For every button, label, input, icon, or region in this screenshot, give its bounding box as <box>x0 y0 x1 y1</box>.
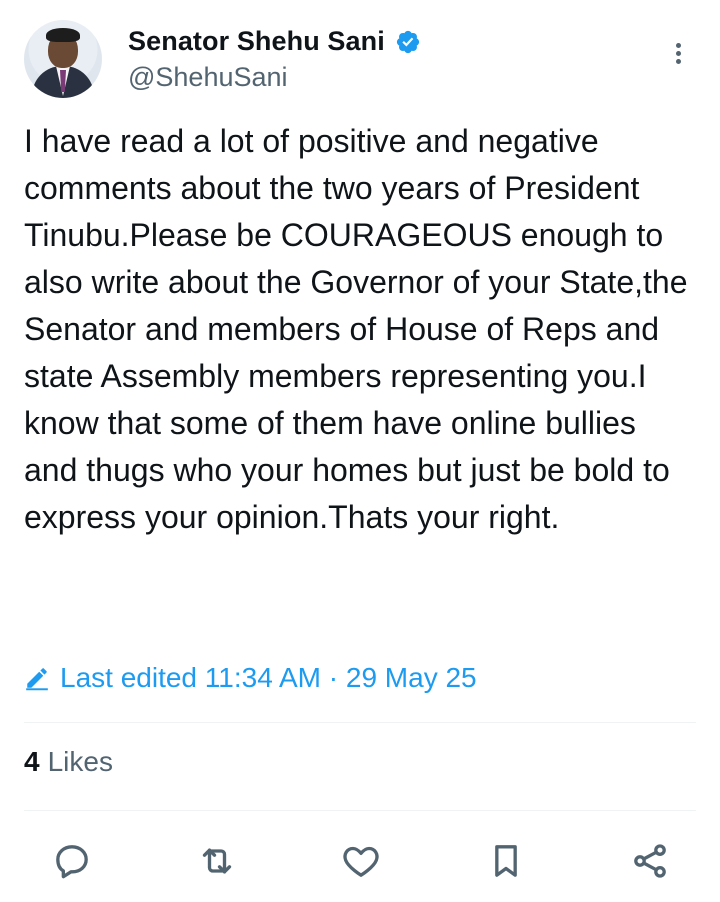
verified-badge-icon <box>395 29 421 55</box>
edited-label[interactable]: Last edited 11:34 AM · 29 May 25 <box>60 662 477 694</box>
edit-icon <box>26 668 48 691</box>
author-handle[interactable]: @ShehuSani <box>128 62 288 93</box>
likes-count: 4 <box>24 746 40 777</box>
divider <box>24 810 696 811</box>
repost-icon <box>202 848 231 874</box>
reply-button[interactable] <box>48 837 96 885</box>
bookmark-icon <box>494 845 517 877</box>
divider <box>24 722 696 723</box>
avatar-hair <box>46 28 80 42</box>
likes-label: Likes <box>47 746 113 777</box>
author-name[interactable]: Senator Shehu Sani <box>128 26 385 57</box>
repost-button[interactable] <box>193 837 241 885</box>
more-vertical-icon[interactable] <box>670 40 686 70</box>
share-button[interactable] <box>626 837 674 885</box>
tweet-header: Senator Shehu Sani @ShehuSani <box>24 20 696 104</box>
edited-info[interactable]: Last edited 11:34 AM · 29 May 25 <box>24 656 477 700</box>
author-name-row[interactable]: Senator Shehu Sani <box>128 26 421 57</box>
reply-icon <box>56 845 88 879</box>
likes-metric[interactable]: 4 Likes <box>24 746 113 778</box>
like-button[interactable] <box>337 837 385 885</box>
heart-icon <box>343 846 379 877</box>
action-bar <box>0 826 720 896</box>
share-icon <box>634 844 666 878</box>
tweet-text: I have read a lot of positive and negati… <box>24 123 697 535</box>
avatar[interactable] <box>24 20 102 98</box>
bookmark-button[interactable] <box>482 837 530 885</box>
